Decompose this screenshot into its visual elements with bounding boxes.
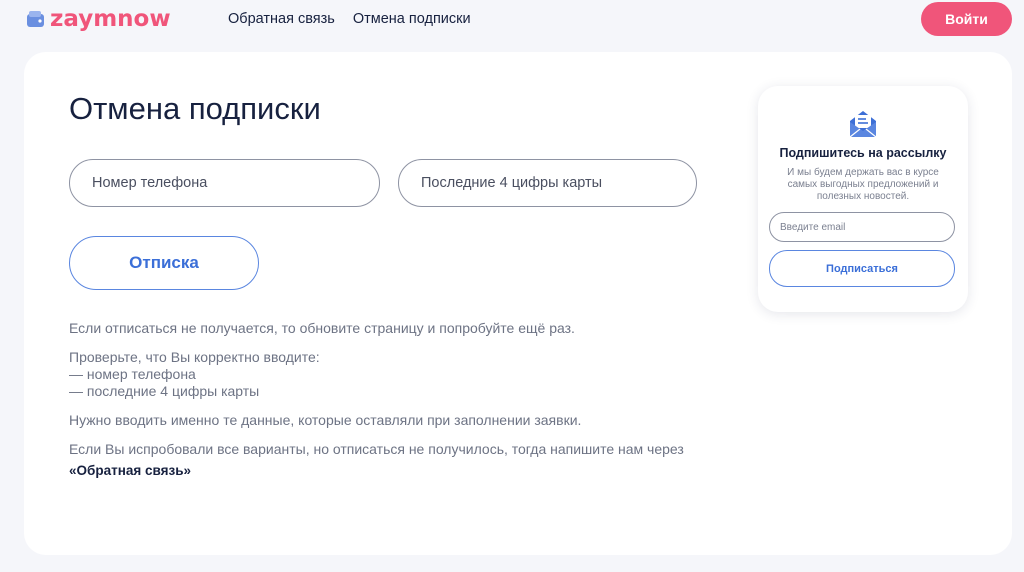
unsubscribe-button[interactable]: Отписка (69, 236, 259, 290)
nav-feedback-link[interactable]: Обратная связь (228, 11, 335, 27)
email-input[interactable] (769, 212, 955, 242)
nav-unsubscribe-link[interactable]: Отмена подписки (353, 11, 471, 27)
help-paragraph-check: Проверьте, что Вы корректно вводите: — н… (69, 349, 320, 399)
feedback-link[interactable]: «Обратная связь» (69, 462, 709, 479)
help-paragraph-refresh: Если отписаться не получается, то обнови… (69, 320, 575, 336)
help-paragraph-data: Нужно вводить именно те данные, которые … (69, 412, 582, 428)
site-header: zaymnow Обратная связь Отмена подписки В… (0, 0, 1024, 40)
card-digits-input[interactable] (398, 159, 697, 207)
logo-text: zaymnow (50, 6, 171, 32)
mail-envelope-icon (849, 111, 877, 138)
main-card: Отмена подписки Отписка Если отписаться … (24, 52, 1012, 555)
wallet-icon (27, 11, 44, 27)
subscribe-button[interactable]: Подписаться (769, 250, 955, 287)
logo[interactable]: zaymnow (26, 6, 171, 32)
page-title: Отмена подписки (69, 91, 321, 126)
login-button[interactable]: Войти (921, 2, 1012, 36)
phone-input[interactable] (69, 159, 380, 207)
newsletter-title: Подпишитесь на рассылку (779, 146, 947, 160)
help-paragraph-contact: Если Вы испробовали все варианты, но отп… (69, 441, 684, 457)
newsletter-description: И мы будем держать вас в курсе самых выг… (787, 167, 939, 202)
top-nav: Обратная связь Отмена подписки (228, 11, 489, 27)
help-text: Если отписаться не получается, то обнови… (69, 320, 709, 479)
newsletter-widget: Подпишитесь на рассылку И мы будем держа… (758, 86, 968, 312)
